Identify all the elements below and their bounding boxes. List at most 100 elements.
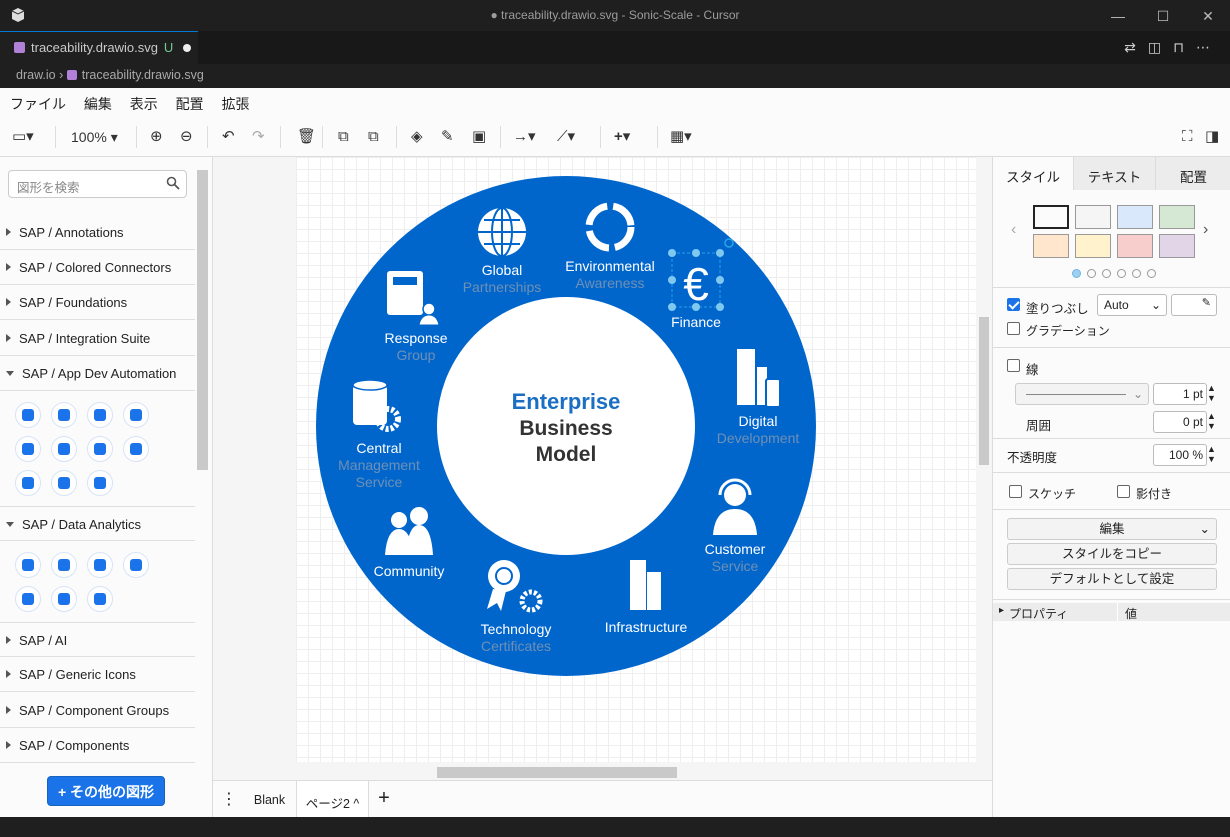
line-style-select[interactable]: ⌄: [1015, 383, 1149, 405]
library-sap-components[interactable]: SAP / Components: [0, 728, 195, 763]
swatch-page-dot[interactable]: [1117, 269, 1126, 278]
shape-icon[interactable]: [51, 470, 77, 496]
swatch-page-dot[interactable]: [1102, 269, 1111, 278]
to-front-icon[interactable]: ⧉: [338, 127, 349, 147]
close-window-button[interactable]: ✕: [1198, 6, 1218, 26]
fullscreen-icon[interactable]: ⛶: [1182, 127, 1193, 147]
zoom-select[interactable]: 100% ▾: [71, 127, 118, 147]
chevron-right-icon[interactable]: ›: [1203, 221, 1208, 239]
insert-icon[interactable]: +▾: [614, 127, 630, 147]
more-shapes-button[interactable]: + その他の図形: [47, 776, 165, 806]
swatch-page-dot[interactable]: [1132, 269, 1141, 278]
page-tab-page2[interactable]: ページ2 ^: [297, 781, 369, 818]
unsaved-dot-icon[interactable]: [183, 44, 192, 52]
gradient-checkbox[interactable]: [1007, 322, 1020, 335]
color-swatch[interactable]: [1033, 205, 1069, 229]
swatch-page-dot[interactable]: [1087, 269, 1096, 278]
menu-extras[interactable]: 拡張: [222, 96, 250, 112]
library-sap-component-groups[interactable]: SAP / Component Groups: [0, 693, 195, 728]
perimeter-input[interactable]: 0 pt: [1153, 411, 1207, 433]
collapse-panel-icon[interactable]: ◨: [1205, 127, 1219, 147]
zoom-out-icon[interactable]: ⊖: [180, 127, 193, 147]
shape-icon[interactable]: [123, 402, 149, 428]
shape-icon[interactable]: [15, 552, 41, 578]
minimize-button[interactable]: —: [1108, 6, 1128, 26]
lock-icon[interactable]: ⊓: [1173, 39, 1196, 55]
library-sap-foundations[interactable]: SAP / Foundations: [0, 285, 195, 320]
opacity-stepper[interactable]: ▲ ▼: [1207, 444, 1216, 464]
line-width-input[interactable]: 1 pt: [1153, 383, 1207, 405]
color-swatch[interactable]: [1159, 205, 1195, 229]
maximize-button[interactable]: ☐: [1153, 6, 1173, 26]
shape-icon[interactable]: [87, 586, 113, 612]
editor-tab[interactable]: traceability.drawio.svg U: [0, 31, 198, 64]
library-sap-colored-connectors[interactable]: SAP / Colored Connectors: [0, 250, 195, 285]
edit-select[interactable]: 編集 ⌄: [1007, 518, 1217, 540]
shape-icon[interactable]: [51, 586, 77, 612]
shape-icon[interactable]: [87, 552, 113, 578]
color-swatch[interactable]: [1033, 234, 1069, 258]
perimeter-stepper[interactable]: ▲ ▼: [1207, 411, 1216, 431]
tab-text[interactable]: テキスト: [1073, 157, 1155, 190]
menu-file[interactable]: ファイル: [10, 96, 66, 112]
enterprise-model-diagram[interactable]: Enterprise Business Model Global Partner…: [213, 157, 992, 780]
line-checkbox[interactable]: [1007, 359, 1020, 372]
connection-icon[interactable]: →▾: [513, 127, 536, 147]
shadow-checkbox[interactable]: [1117, 485, 1130, 498]
line-color-icon[interactable]: ✎: [441, 127, 454, 147]
properties-header[interactable]: ▸ プロパティ 値: [993, 603, 1230, 621]
add-page-icon[interactable]: +: [373, 781, 395, 818]
resize-handle[interactable]: [692, 249, 700, 257]
table-icon[interactable]: ▦▾: [670, 127, 692, 147]
shape-icon[interactable]: [15, 402, 41, 428]
color-swatch[interactable]: [1159, 234, 1195, 258]
color-swatch[interactable]: [1075, 205, 1111, 229]
tab-style[interactable]: スタイル: [993, 157, 1073, 190]
shape-icon[interactable]: [15, 586, 41, 612]
shape-icon[interactable]: [51, 402, 77, 428]
delete-icon[interactable]: 🗑: [297, 127, 316, 147]
color-swatch[interactable]: [1117, 205, 1153, 229]
undo-icon[interactable]: ↶: [222, 127, 235, 147]
set-default-style-button[interactable]: デフォルトとして設定: [1007, 568, 1217, 590]
breadcrumb-file[interactable]: traceability.drawio.svg: [82, 68, 204, 82]
opacity-input[interactable]: 100 %: [1153, 444, 1207, 466]
shape-search-input[interactable]: 図形を検索: [8, 170, 187, 198]
fill-mode-select[interactable]: Auto ⌄: [1097, 294, 1167, 316]
shape-icon[interactable]: [123, 436, 149, 462]
shadow-icon[interactable]: ▣: [472, 127, 486, 147]
resize-handle[interactable]: [668, 303, 676, 311]
shape-icon[interactable]: [87, 436, 113, 462]
sidebar-scrollbar[interactable]: [197, 170, 208, 470]
resize-handle[interactable]: [716, 249, 724, 257]
shape-icon[interactable]: [87, 402, 113, 428]
swatch-page-dot[interactable]: [1147, 269, 1156, 278]
resize-handle[interactable]: [668, 249, 676, 257]
fill-color-icon[interactable]: ◈: [411, 127, 423, 147]
chevron-up-icon[interactable]: ^: [353, 797, 359, 811]
color-swatch[interactable]: [1075, 234, 1111, 258]
menu-edit[interactable]: 編集: [84, 96, 112, 112]
fill-checkbox[interactable]: [1007, 298, 1020, 311]
menu-view[interactable]: 表示: [130, 96, 158, 112]
library-sap-generic-icons[interactable]: SAP / Generic Icons: [0, 657, 195, 692]
library-sap-app-dev-automation[interactable]: SAP / App Dev Automation: [0, 356, 195, 391]
tab-arrange[interactable]: 配置: [1155, 157, 1230, 190]
sketch-checkbox[interactable]: [1009, 485, 1022, 498]
split-editor-icon[interactable]: ◫: [1148, 39, 1173, 55]
resize-handle[interactable]: [716, 276, 724, 284]
view-panels-icon[interactable]: ▭▾: [12, 127, 34, 147]
to-back-icon[interactable]: ⧉: [368, 127, 379, 147]
library-sap-data-analytics[interactable]: SAP / Data Analytics: [0, 506, 195, 541]
resize-handle[interactable]: [692, 303, 700, 311]
shape-icon[interactable]: [87, 470, 113, 496]
shape-icon[interactable]: [123, 552, 149, 578]
resize-handle[interactable]: [668, 276, 676, 284]
redo-icon[interactable]: ↷: [252, 127, 265, 147]
library-sap-annotations[interactable]: SAP / Annotations: [0, 215, 195, 250]
page-tab-blank[interactable]: Blank: [243, 781, 297, 818]
shape-icon[interactable]: [51, 436, 77, 462]
line-width-stepper[interactable]: ▲ ▼: [1207, 383, 1216, 403]
copy-style-button[interactable]: スタイルをコピー: [1007, 543, 1217, 565]
fill-color-picker[interactable]: ✎: [1171, 294, 1217, 316]
